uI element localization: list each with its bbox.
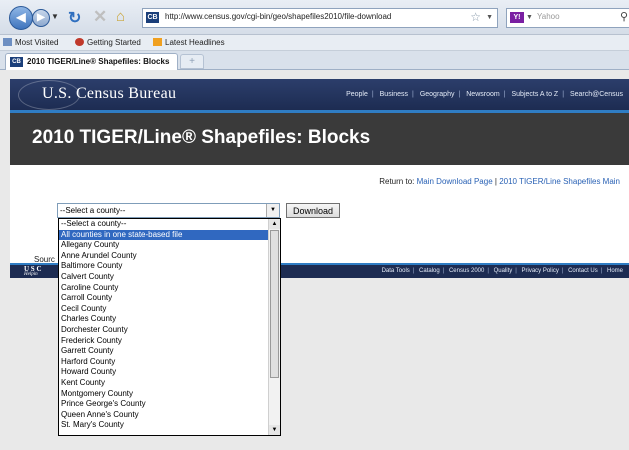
county-dropdown-list[interactable]: --Select a county-- All counties in one s… bbox=[58, 218, 281, 436]
url-text[interactable]: http://www.census.gov/cgi-bin/geo/shapef… bbox=[165, 12, 391, 21]
county-options: --Select a county-- All counties in one s… bbox=[59, 219, 268, 431]
nav-business[interactable]: Business bbox=[380, 91, 408, 98]
reload-icon[interactable]: ↻ bbox=[68, 8, 81, 28]
county-option[interactable]: Queen Anne's County bbox=[59, 410, 268, 421]
back-button[interactable]: ◀ bbox=[9, 6, 33, 30]
county-option[interactable]: Charles County bbox=[59, 314, 268, 325]
search-icon[interactable]: ⚲ bbox=[620, 10, 628, 23]
download-button[interactable]: Download bbox=[286, 203, 340, 218]
footer-quality[interactable]: Quality bbox=[494, 268, 513, 274]
county-option[interactable]: St. Mary's County bbox=[59, 420, 268, 431]
forward-button[interactable]: ▶ bbox=[32, 9, 50, 27]
nav-subjects[interactable]: Subjects A to Z bbox=[511, 91, 558, 98]
return-links: Return to: Main Download Page | 2010 TIG… bbox=[379, 177, 620, 186]
county-select[interactable]: --Select a county-- ▼ bbox=[57, 203, 280, 218]
county-option[interactable]: Garrett County bbox=[59, 346, 268, 357]
bookmark-latest-headlines[interactable]: Latest Headlines bbox=[153, 38, 225, 47]
bookmark-star-icon[interactable]: ☆ bbox=[470, 10, 481, 24]
footer-data-tools[interactable]: Data Tools bbox=[382, 268, 410, 274]
scroll-down-icon[interactable]: ▼ bbox=[269, 425, 280, 435]
bookmarks-toolbar: Most Visited Getting Started Latest Head… bbox=[0, 35, 629, 51]
census-logo[interactable]: U.S. Census Bureau bbox=[18, 80, 176, 110]
site-favicon-icon: CB bbox=[146, 12, 159, 23]
footer-contact-us[interactable]: Contact Us bbox=[568, 268, 598, 274]
county-option[interactable]: Cecil County bbox=[59, 304, 268, 315]
home-icon[interactable]: ⌂ bbox=[116, 8, 125, 25]
url-dropdown-icon[interactable]: ▼ bbox=[486, 14, 493, 21]
history-dropdown-icon[interactable]: ▼ bbox=[51, 12, 59, 21]
footer-navigation: Data Tools | Catalog | Census 2000 | Qualit… bbox=[381, 268, 623, 274]
county-option[interactable]: Calvert County bbox=[59, 272, 268, 283]
county-option[interactable]: Prince George's County bbox=[59, 399, 268, 410]
tab-favicon-icon: CB bbox=[10, 57, 23, 67]
new-tab-button[interactable]: + bbox=[180, 54, 204, 69]
county-option[interactable]: --Select a county-- bbox=[59, 219, 268, 230]
footer-home[interactable]: Home bbox=[607, 268, 623, 274]
county-option[interactable]: All counties in one state-based file bbox=[59, 229, 268, 241]
chevron-down-icon[interactable]: ▼ bbox=[266, 204, 279, 217]
nav-newsroom[interactable]: Newsroom bbox=[466, 91, 499, 98]
tab-title: 2010 TIGER/Line® Shapefiles: Blocks bbox=[27, 57, 170, 66]
stop-icon[interactable]: ✕ bbox=[93, 7, 107, 27]
footer-catalog[interactable]: Catalog bbox=[419, 268, 440, 274]
county-option[interactable]: Baltimore County bbox=[59, 261, 268, 272]
county-option[interactable]: Caroline County bbox=[59, 283, 268, 294]
nav-search-census[interactable]: Search@Census bbox=[570, 91, 623, 98]
arrow-right-icon: ▶ bbox=[37, 12, 45, 23]
address-bar[interactable]: CB http://www.census.gov/cgi-bin/geo/sha… bbox=[142, 8, 498, 28]
link-main-download-page[interactable]: Main Download Page bbox=[417, 177, 493, 186]
firefox-icon bbox=[75, 38, 84, 46]
top-navigation: People | Business | Geography | Newsroom | S… bbox=[346, 91, 623, 98]
county-option[interactable]: Allegany County bbox=[59, 240, 268, 251]
folder-icon bbox=[3, 38, 12, 46]
bookmark-most-visited[interactable]: Most Visited bbox=[3, 38, 58, 47]
county-option[interactable]: Anne Arundel County bbox=[59, 251, 268, 262]
county-option[interactable]: Harford County bbox=[59, 357, 268, 368]
county-option[interactable]: Carroll County bbox=[59, 293, 268, 304]
county-select-value: --Select a county-- bbox=[60, 206, 126, 215]
county-option[interactable]: Kent County bbox=[59, 378, 268, 389]
footer-logo[interactable]: U S C Helpin bbox=[24, 266, 42, 278]
tab-strip: CB 2010 TIGER/Line® Shapefiles: Blocks + bbox=[0, 51, 629, 70]
county-option[interactable]: Frederick County bbox=[59, 336, 268, 347]
nav-people[interactable]: People bbox=[346, 91, 368, 98]
title-banner: 2010 TIGER/Line® Shapefiles: Blocks bbox=[10, 113, 629, 165]
site-header: U.S. Census Bureau People | Business | Geo… bbox=[10, 79, 629, 110]
footer-census-2000[interactable]: Census 2000 bbox=[449, 268, 484, 274]
browser-toolbar: ◀ ▶ ▼ ↻ ✕ ⌂ CB http://www.census.gov/cgi… bbox=[0, 0, 629, 35]
page-title: 2010 TIGER/Line® Shapefiles: Blocks bbox=[32, 127, 371, 148]
county-option[interactable]: Montgomery County bbox=[59, 389, 268, 400]
search-box[interactable]: Y! ▼ Yahoo ⚲ bbox=[506, 8, 629, 28]
county-option[interactable]: Howard County bbox=[59, 367, 268, 378]
tab-blocks[interactable]: CB 2010 TIGER/Line® Shapefiles: Blocks bbox=[5, 53, 178, 70]
county-option[interactable]: Dorchester County bbox=[59, 325, 268, 336]
rss-icon bbox=[153, 38, 162, 46]
nav-geography[interactable]: Geography bbox=[420, 91, 455, 98]
search-engine-dropdown-icon[interactable]: ▼ bbox=[526, 14, 533, 21]
scrollbar-thumb[interactable] bbox=[270, 230, 279, 378]
link-tiger-line-main[interactable]: 2010 TIGER/Line Shapefiles Main bbox=[499, 177, 620, 186]
dropdown-scrollbar[interactable]: ▲ ▼ bbox=[268, 219, 280, 435]
scroll-up-icon[interactable]: ▲ bbox=[269, 219, 280, 229]
footer-privacy-policy[interactable]: Privacy Policy bbox=[521, 268, 558, 274]
search-placeholder[interactable]: Yahoo bbox=[537, 12, 560, 21]
search-engine-logo-icon[interactable]: Y! bbox=[510, 12, 524, 23]
arrow-left-icon: ◀ bbox=[16, 10, 26, 24]
bookmark-getting-started[interactable]: Getting Started bbox=[75, 38, 141, 47]
